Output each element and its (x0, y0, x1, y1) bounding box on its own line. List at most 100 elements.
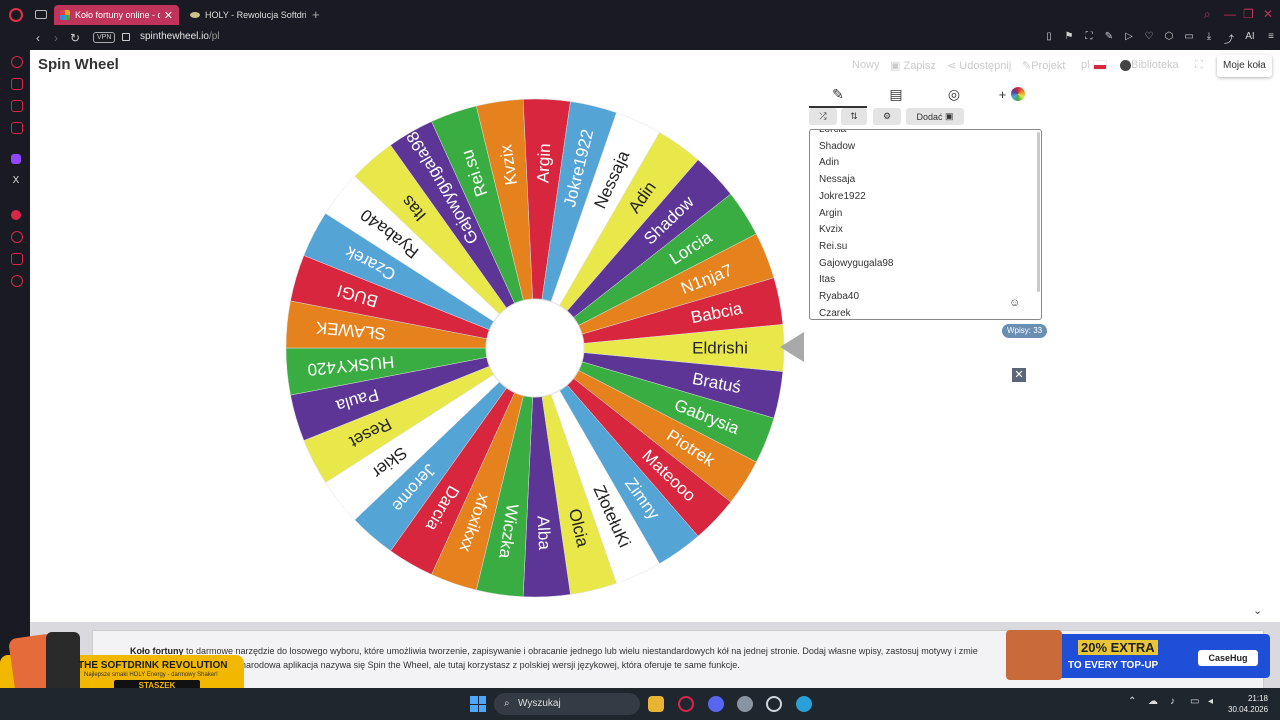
entry-line[interactable]: Gajowygugala98 (819, 258, 894, 269)
settings-app-icon[interactable] (737, 696, 753, 712)
emoji-icon[interactable]: ☺ (1009, 297, 1020, 309)
menu-icon[interactable]: ≡ (1266, 31, 1276, 46)
entries-scrollbar[interactable] (1037, 132, 1040, 292)
tab-customize[interactable]: + (983, 82, 1041, 106)
player-icon[interactable]: ▷ (1124, 31, 1134, 46)
tab-islands-icon[interactable] (35, 10, 47, 19)
network-icon[interactable]: ▭ (1190, 696, 1199, 707)
ad-subline: TO EVERY TOP-UP (1068, 660, 1159, 671)
share-icon[interactable]: ⤴ (1224, 31, 1234, 46)
music-player-icon[interactable] (11, 210, 21, 220)
settings-icon[interactable] (11, 275, 23, 287)
fullscreen-icon[interactable]: ⛶ (1195, 59, 1203, 72)
taskbar: ⌕ Wyszukaj ⌃ ☁ ♪ ▭ ◂ 21:18 30.04.2026 (0, 688, 1280, 720)
spin-wheel[interactable]: EldrishiBratuśGabrysiaPiotrekMateoooZimn… (275, 88, 795, 608)
close-icon[interactable]: ✕ (1012, 368, 1026, 382)
ad-headline: 20% EXTRA (1078, 640, 1158, 655)
edge-icon[interactable] (796, 696, 812, 712)
tab-edit[interactable]: ✎ (809, 82, 867, 108)
messenger-icon[interactable] (11, 100, 23, 112)
ad-title: THE SOFTDRINK REVOLUTION (78, 660, 228, 671)
sort-button[interactable]: ⇅ (841, 108, 867, 125)
minimize-icon[interactable]: — (1224, 7, 1236, 21)
ai-button[interactable]: AI (1244, 31, 1256, 46)
vpn-badge[interactable]: VPN (93, 32, 116, 43)
taskbar-search[interactable]: ⌕ Wyszukaj (494, 693, 640, 715)
wheel-segment-label: Argin (533, 143, 554, 184)
entries-count-badge: Wpisy: 33 (1002, 324, 1048, 338)
volume-icon[interactable]: ◂ (1208, 696, 1213, 707)
panel-tabs: ✎ ▤ ◎ + (809, 82, 1039, 108)
my-wheels-button[interactable]: Moje koła (1217, 55, 1272, 77)
mail-icon[interactable] (11, 122, 23, 134)
obs-icon[interactable] (766, 696, 782, 712)
cloud-icon[interactable]: ☁ (1148, 696, 1158, 707)
entry-line[interactable]: Nessaja (819, 174, 855, 185)
history-icon[interactable] (11, 231, 23, 243)
twitch-icon[interactable] (11, 154, 21, 164)
page-content: Spin Wheel Nowy ▣ Zapisz ⋖ Udostępnij ✎P… (30, 50, 1280, 622)
bookmark-icon[interactable]: ⚑ (1064, 31, 1074, 46)
share-button[interactable]: ⋖ Udostępnij (947, 59, 1011, 72)
entry-line[interactable]: Rei.su (819, 241, 847, 252)
new-tab-icon[interactable]: + (312, 7, 320, 22)
extensions-icon[interactable]: ⬡ (1164, 31, 1174, 46)
save-label: Zapisz (903, 60, 936, 72)
url-field[interactable]: spinthewheel.io/pl (140, 31, 220, 42)
tab-title: HOLY - Rewolucja Softdrin (205, 10, 306, 20)
new-button[interactable]: Nowy (852, 59, 880, 71)
entry-line[interactable]: Lorcia (819, 130, 846, 135)
download-icon[interactable]: ⤓ (1204, 31, 1214, 46)
forward-icon[interactable]: › (54, 31, 58, 45)
opera-logo-icon[interactable] (9, 8, 23, 22)
projects-button[interactable]: ✎Projekt (1022, 59, 1065, 72)
library-button[interactable]: Biblioteka (1120, 59, 1179, 71)
entry-line[interactable]: Shadow (819, 141, 855, 152)
extensions-sidebar-icon[interactable] (11, 253, 23, 265)
lock-icon[interactable] (122, 33, 130, 41)
save-button[interactable]: ▣ Zapisz (890, 59, 936, 72)
save-icon: ▣ (890, 60, 901, 72)
chevron-down-icon[interactable]: ⌄ (1253, 604, 1262, 617)
tab-holy[interactable]: HOLY - Rewolucja Softdrin (184, 5, 312, 25)
ad-casehug[interactable]: 20% EXTRA TO EVERY TOP-UP CaseHug (998, 628, 1270, 684)
entry-line[interactable]: Ryaba40 (819, 291, 859, 302)
search-tabs-icon[interactable]: ⌕ (1204, 7, 1211, 22)
entry-line[interactable]: Jokre1922 (819, 191, 866, 202)
site-logo[interactable]: Spin Wheel (38, 56, 119, 73)
aria-icon[interactable] (11, 56, 23, 68)
split-view-icon[interactable]: ▯ (1044, 31, 1054, 46)
microphone-icon[interactable]: ♪ (1170, 696, 1175, 707)
x-icon[interactable]: X (11, 176, 21, 186)
tray-chevron-icon[interactable]: ⌃ (1128, 696, 1136, 707)
opera-taskbar-icon[interactable] (678, 696, 694, 712)
clock[interactable]: 21:18 30.04.2026 (1228, 693, 1268, 715)
windows-start-icon[interactable] (470, 696, 486, 712)
tab-hide[interactable]: ◎ (925, 82, 983, 106)
crypto-wallet-icon[interactable] (11, 78, 23, 90)
close-window-icon[interactable]: ✕ (1263, 7, 1273, 21)
pin-icon[interactable]: ✎ (1104, 31, 1114, 46)
wheel-center[interactable] (485, 298, 585, 398)
entry-line[interactable]: Argin (819, 208, 842, 219)
language-selector[interactable]: pl (1081, 59, 1107, 71)
file-explorer-icon[interactable] (648, 696, 664, 712)
entry-line[interactable]: Kvzix (819, 224, 843, 235)
tab-wheel[interactable]: Koło fortuny online - d ✕ (54, 5, 179, 25)
heart-icon[interactable]: ♡ (1144, 31, 1154, 46)
close-tab-icon[interactable]: ✕ (164, 9, 173, 22)
entry-line[interactable]: Adin (819, 157, 839, 168)
maximize-icon[interactable]: ❐ (1243, 7, 1254, 21)
snapshot-icon[interactable]: ⛶ (1084, 31, 1094, 46)
discord-icon[interactable] (708, 696, 724, 712)
entry-line[interactable]: Itas (819, 274, 835, 285)
entry-line[interactable]: Czarek (819, 308, 851, 319)
wallet-icon[interactable]: ▭ (1184, 31, 1194, 46)
entries-textarea[interactable]: Lorcia Shadow Adin Nessaja Jokre1922 Argin Kvz… (809, 129, 1042, 320)
settings-button[interactable]: ⚙ (873, 108, 901, 125)
reload-icon[interactable]: ↻ (70, 31, 80, 45)
shuffle-button[interactable]: ⤮ (809, 108, 837, 125)
tab-results[interactable]: ▤ (867, 82, 925, 106)
back-icon[interactable]: ‹ (36, 31, 40, 45)
add-image-button[interactable]: Dodać ▣ (906, 108, 964, 125)
